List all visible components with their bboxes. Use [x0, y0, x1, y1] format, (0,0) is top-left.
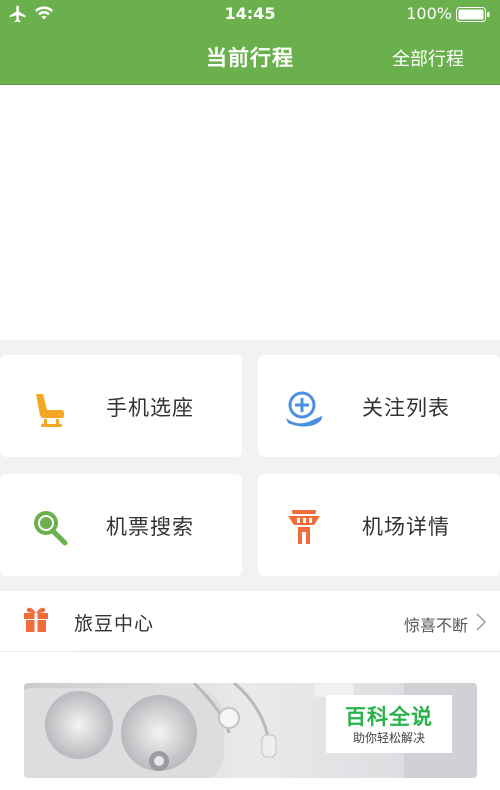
current-trip-area	[0, 85, 500, 340]
airport-detail-label: 机场详情	[362, 515, 450, 539]
lvdou-center-label: 旅豆中心	[74, 613, 155, 635]
menu-grid: 手机选座 关注列表 机票搜索 机场详情	[0, 340, 500, 580]
ticket-search-label: 机票搜索	[106, 515, 194, 539]
watermark-subtitle: 助你轻松解决	[352, 731, 425, 745]
promo-banner[interactable]: 百科全说 助你轻松解决	[24, 683, 477, 778]
watermark-title: 百科全说	[345, 705, 433, 729]
follow-flight-icon	[286, 391, 323, 427]
airport-detail-tile[interactable]: 机场详情	[258, 474, 500, 576]
lvdou-subtitle: 惊喜不断	[403, 616, 468, 635]
search-icon	[34, 511, 68, 546]
follow-list-tile[interactable]: 关注列表	[258, 355, 500, 457]
control-tower-icon	[288, 510, 320, 544]
gift-icon	[24, 607, 48, 632]
seat-selection-label: 手机选座	[106, 396, 194, 420]
battery-icon	[456, 7, 490, 22]
watermark-badge: 百科全说 助你轻松解决	[326, 695, 452, 753]
app-header: 14:45 100% 当前行程 全部行程	[0, 0, 500, 85]
seat-selection-tile[interactable]: 手机选座	[0, 355, 242, 457]
all-trips-button[interactable]: 全部行程	[392, 45, 464, 71]
battery-percent: 100%	[406, 4, 452, 23]
chevron-right-icon	[476, 613, 486, 631]
follow-list-label: 关注列表	[362, 396, 450, 420]
status-bar: 14:45 100%	[0, 0, 500, 28]
lvdou-center-row[interactable]: 旅豆中心 惊喜不断	[0, 591, 500, 651]
seat-icon	[36, 394, 64, 427]
ticket-search-tile[interactable]: 机票搜索	[0, 474, 242, 576]
